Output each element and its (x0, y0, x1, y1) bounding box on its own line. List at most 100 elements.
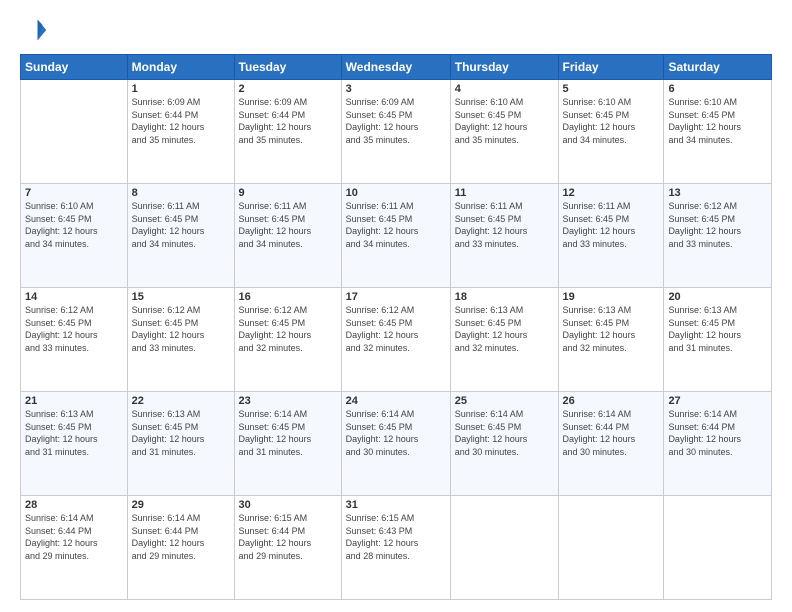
day-number: 30 (239, 499, 337, 511)
day-info: Sunrise: 6:10 AM Sunset: 6:45 PM Dayligh… (25, 200, 123, 250)
day-cell: 22Sunrise: 6:13 AM Sunset: 6:45 PM Dayli… (127, 392, 234, 496)
day-number: 1 (132, 83, 230, 95)
day-number: 13 (668, 187, 767, 199)
day-number: 5 (563, 83, 660, 95)
header-day-friday: Friday (558, 55, 664, 80)
day-info: Sunrise: 6:12 AM Sunset: 6:45 PM Dayligh… (239, 304, 337, 354)
day-number: 11 (455, 187, 554, 199)
day-number: 9 (239, 187, 337, 199)
day-info: Sunrise: 6:11 AM Sunset: 6:45 PM Dayligh… (132, 200, 230, 250)
day-cell: 27Sunrise: 6:14 AM Sunset: 6:44 PM Dayli… (664, 392, 772, 496)
day-info: Sunrise: 6:09 AM Sunset: 6:44 PM Dayligh… (132, 96, 230, 146)
day-info: Sunrise: 6:14 AM Sunset: 6:45 PM Dayligh… (455, 408, 554, 458)
day-info: Sunrise: 6:11 AM Sunset: 6:45 PM Dayligh… (563, 200, 660, 250)
calendar-header: SundayMondayTuesdayWednesdayThursdayFrid… (21, 55, 772, 80)
day-number: 4 (455, 83, 554, 95)
day-number: 10 (346, 187, 446, 199)
day-cell: 3Sunrise: 6:09 AM Sunset: 6:45 PM Daylig… (341, 80, 450, 184)
day-cell: 4Sunrise: 6:10 AM Sunset: 6:45 PM Daylig… (450, 80, 558, 184)
day-cell: 14Sunrise: 6:12 AM Sunset: 6:45 PM Dayli… (21, 288, 128, 392)
day-cell: 31Sunrise: 6:15 AM Sunset: 6:43 PM Dayli… (341, 496, 450, 600)
day-info: Sunrise: 6:14 AM Sunset: 6:44 PM Dayligh… (132, 512, 230, 562)
day-info: Sunrise: 6:14 AM Sunset: 6:45 PM Dayligh… (346, 408, 446, 458)
day-number: 27 (668, 395, 767, 407)
day-cell: 17Sunrise: 6:12 AM Sunset: 6:45 PM Dayli… (341, 288, 450, 392)
day-cell: 30Sunrise: 6:15 AM Sunset: 6:44 PM Dayli… (234, 496, 341, 600)
day-info: Sunrise: 6:10 AM Sunset: 6:45 PM Dayligh… (563, 96, 660, 146)
page: SundayMondayTuesdayWednesdayThursdayFrid… (0, 0, 792, 612)
day-number: 26 (563, 395, 660, 407)
day-info: Sunrise: 6:11 AM Sunset: 6:45 PM Dayligh… (239, 200, 337, 250)
day-cell: 15Sunrise: 6:12 AM Sunset: 6:45 PM Dayli… (127, 288, 234, 392)
day-info: Sunrise: 6:13 AM Sunset: 6:45 PM Dayligh… (455, 304, 554, 354)
day-cell: 5Sunrise: 6:10 AM Sunset: 6:45 PM Daylig… (558, 80, 664, 184)
day-cell: 1Sunrise: 6:09 AM Sunset: 6:44 PM Daylig… (127, 80, 234, 184)
day-cell: 18Sunrise: 6:13 AM Sunset: 6:45 PM Dayli… (450, 288, 558, 392)
day-cell: 10Sunrise: 6:11 AM Sunset: 6:45 PM Dayli… (341, 184, 450, 288)
day-info: Sunrise: 6:13 AM Sunset: 6:45 PM Dayligh… (668, 304, 767, 354)
day-number: 15 (132, 291, 230, 303)
logo-icon (20, 16, 48, 44)
day-info: Sunrise: 6:12 AM Sunset: 6:45 PM Dayligh… (668, 200, 767, 250)
day-cell: 24Sunrise: 6:14 AM Sunset: 6:45 PM Dayli… (341, 392, 450, 496)
day-info: Sunrise: 6:13 AM Sunset: 6:45 PM Dayligh… (132, 408, 230, 458)
day-info: Sunrise: 6:09 AM Sunset: 6:45 PM Dayligh… (346, 96, 446, 146)
day-cell: 23Sunrise: 6:14 AM Sunset: 6:45 PM Dayli… (234, 392, 341, 496)
day-cell: 8Sunrise: 6:11 AM Sunset: 6:45 PM Daylig… (127, 184, 234, 288)
week-row-1: 1Sunrise: 6:09 AM Sunset: 6:44 PM Daylig… (21, 80, 772, 184)
day-cell: 19Sunrise: 6:13 AM Sunset: 6:45 PM Dayli… (558, 288, 664, 392)
day-number: 7 (25, 187, 123, 199)
day-cell (450, 496, 558, 600)
day-number: 31 (346, 499, 446, 511)
day-number: 25 (455, 395, 554, 407)
day-cell (664, 496, 772, 600)
day-cell: 21Sunrise: 6:13 AM Sunset: 6:45 PM Dayli… (21, 392, 128, 496)
day-cell: 11Sunrise: 6:11 AM Sunset: 6:45 PM Dayli… (450, 184, 558, 288)
day-number: 23 (239, 395, 337, 407)
day-info: Sunrise: 6:10 AM Sunset: 6:45 PM Dayligh… (455, 96, 554, 146)
calendar: SundayMondayTuesdayWednesdayThursdayFrid… (20, 54, 772, 600)
day-cell: 6Sunrise: 6:10 AM Sunset: 6:45 PM Daylig… (664, 80, 772, 184)
day-cell: 7Sunrise: 6:10 AM Sunset: 6:45 PM Daylig… (21, 184, 128, 288)
day-number: 20 (668, 291, 767, 303)
day-info: Sunrise: 6:11 AM Sunset: 6:45 PM Dayligh… (346, 200, 446, 250)
day-info: Sunrise: 6:15 AM Sunset: 6:44 PM Dayligh… (239, 512, 337, 562)
day-number: 2 (239, 83, 337, 95)
day-number: 22 (132, 395, 230, 407)
day-number: 24 (346, 395, 446, 407)
day-cell: 12Sunrise: 6:11 AM Sunset: 6:45 PM Dayli… (558, 184, 664, 288)
day-info: Sunrise: 6:14 AM Sunset: 6:44 PM Dayligh… (563, 408, 660, 458)
week-row-4: 21Sunrise: 6:13 AM Sunset: 6:45 PM Dayli… (21, 392, 772, 496)
day-info: Sunrise: 6:10 AM Sunset: 6:45 PM Dayligh… (668, 96, 767, 146)
day-info: Sunrise: 6:14 AM Sunset: 6:44 PM Dayligh… (668, 408, 767, 458)
day-cell: 25Sunrise: 6:14 AM Sunset: 6:45 PM Dayli… (450, 392, 558, 496)
day-info: Sunrise: 6:11 AM Sunset: 6:45 PM Dayligh… (455, 200, 554, 250)
day-cell: 13Sunrise: 6:12 AM Sunset: 6:45 PM Dayli… (664, 184, 772, 288)
day-info: Sunrise: 6:13 AM Sunset: 6:45 PM Dayligh… (25, 408, 123, 458)
header-day-saturday: Saturday (664, 55, 772, 80)
day-cell: 26Sunrise: 6:14 AM Sunset: 6:44 PM Dayli… (558, 392, 664, 496)
day-cell (21, 80, 128, 184)
week-row-3: 14 Sunrise: 6:12 AM Sunset: 6:45 PM Dayli… (21, 288, 772, 392)
calendar-table: SundayMondayTuesdayWednesdayThursdayFrid… (20, 54, 772, 600)
day-cell: 9Sunrise: 6:11 AM Sunset: 6:45 PM Daylig… (234, 184, 341, 288)
day-number: 19 (563, 291, 660, 303)
day-info: Sunrise: 6:12 AM Sunset: 6:45 PM Dayligh… (132, 304, 230, 354)
header (20, 16, 772, 44)
logo (20, 16, 52, 44)
day-number: 6 (668, 83, 767, 95)
day-cell: 2Sunrise: 6:09 AM Sunset: 6:44 PM Daylig… (234, 80, 341, 184)
day-cell (558, 496, 664, 600)
week-row-5: 28Sunrise: 6:14 AM Sunset: 6:44 PM Dayli… (21, 496, 772, 600)
day-cell: 28Sunrise: 6:14 AM Sunset: 6:44 PM Dayli… (21, 496, 128, 600)
day-info: Sunrise: 6:12 AM Sunset: 6:45 PM Dayligh… (346, 304, 446, 354)
day-number: 17 (346, 291, 446, 303)
day-cell: 16Sunrise: 6:12 AM Sunset: 6:45 PM Dayli… (234, 288, 341, 392)
header-day-tuesday: Tuesday (234, 55, 341, 80)
day-number: 14 (25, 291, 123, 303)
day-info: Sunrise: 6:09 AM Sunset: 6:44 PM Dayligh… (239, 96, 337, 146)
day-info: Sunrise: 6:13 AM Sunset: 6:45 PM Dayligh… (563, 304, 660, 354)
header-day-monday: Monday (127, 55, 234, 80)
calendar-body: 1Sunrise: 6:09 AM Sunset: 6:44 PM Daylig… (21, 80, 772, 600)
day-number: 21 (25, 395, 123, 407)
